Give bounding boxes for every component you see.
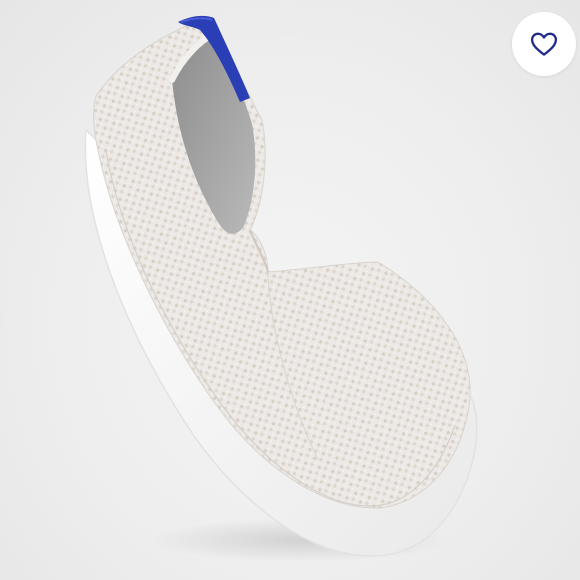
heart-outline-icon	[531, 32, 557, 56]
shoe-upper	[93, 21, 471, 509]
product-photo-card	[0, 0, 580, 580]
product-image	[84, 15, 478, 562]
like-button[interactable]	[512, 12, 576, 76]
